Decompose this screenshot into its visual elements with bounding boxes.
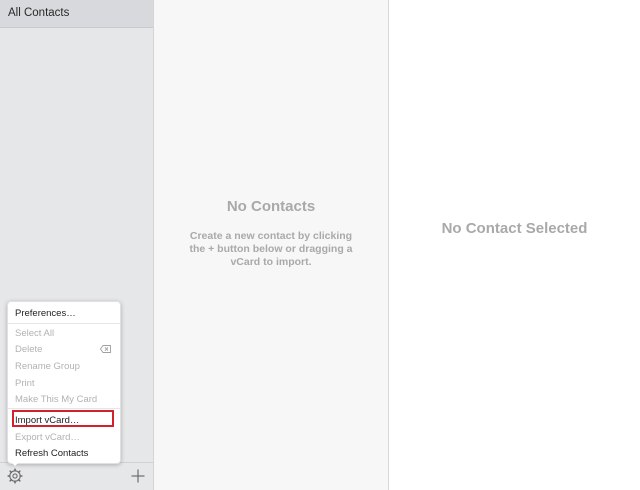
contact-list: No Contacts Create a new contact by clic…: [154, 0, 389, 490]
contacts-app: All Contacts No Contacts Create a new co…: [0, 0, 640, 490]
contact-detail: No Contact Selected: [389, 0, 640, 490]
menu-item-make-my-card[interactable]: Make This My Card: [15, 394, 115, 405]
menu-pointer: [10, 461, 20, 466]
menu-item-select-all[interactable]: Select All: [15, 328, 115, 339]
no-selection-message: No Contact Selected: [441, 220, 588, 237]
menu-item-rename-group[interactable]: Rename Group: [15, 361, 115, 372]
group-label: All Contacts: [8, 7, 70, 19]
menu-item-export-vcard[interactable]: Export vCard…: [15, 432, 115, 443]
group-all-contacts[interactable]: All Contacts: [0, 0, 153, 28]
menu-separator: [8, 408, 120, 409]
menu-item-delete[interactable]: Delete: [15, 344, 115, 355]
gear-icon[interactable]: [7, 468, 23, 484]
plus-icon[interactable]: [130, 468, 146, 484]
highlight-annotation: [12, 410, 114, 427]
menu-item-refresh-contacts[interactable]: Refresh Contacts: [15, 448, 115, 459]
empty-list-description: Create a new contact by clicking the + b…: [189, 230, 353, 268]
menu-item-delete-label: Delete: [15, 344, 43, 355]
menu-separator: [8, 323, 120, 324]
menu-item-print[interactable]: Print: [15, 378, 115, 389]
empty-list-title: No Contacts: [226, 198, 316, 215]
menu-item-preferences[interactable]: Preferences…: [15, 308, 115, 319]
settings-menu: Preferences… Select All Delete Rename Gr…: [7, 301, 121, 464]
delete-key-icon: [99, 345, 111, 356]
